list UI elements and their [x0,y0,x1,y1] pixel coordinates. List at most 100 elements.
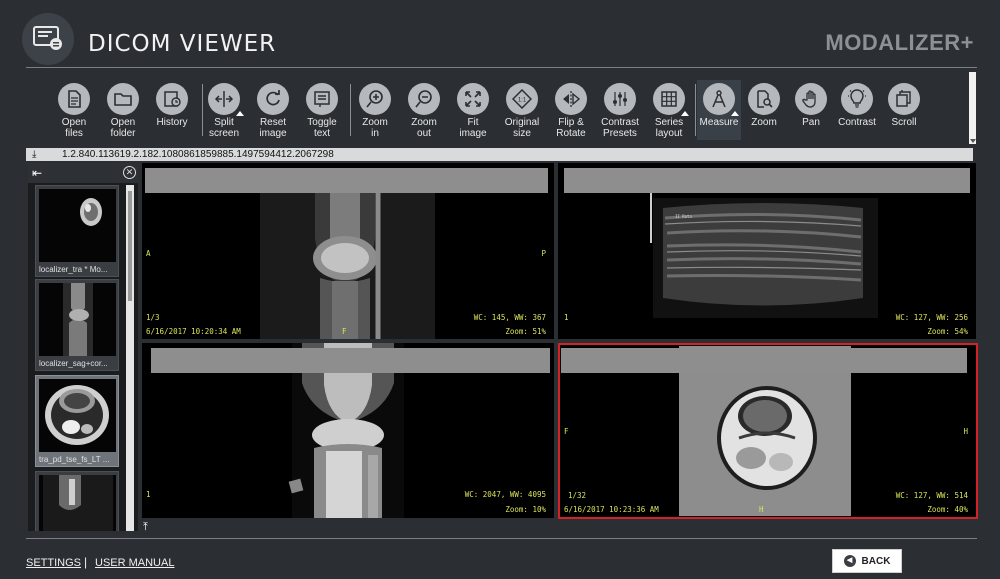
zoom-level: Zoom: 51% [505,327,546,336]
scroll-button[interactable]: Scroll [880,80,928,140]
series-caption: tra_pd_tse_fs_LT ... [39,455,110,464]
fit-image-icon [465,91,481,107]
zoom-tool-icon [757,90,773,108]
window-level: WC: 145, WW: 367 [473,313,546,322]
back-arrow-icon: ◀ [843,555,856,567]
series-caption: localizer_tra * Mo... [39,265,108,274]
original-size-button[interactable]: 1:1 Original size [498,80,546,140]
window-level: WC: 127, WW: 256 [895,313,968,322]
acquisition-date: 6/16/2017 10:23:36 AM [564,505,659,514]
user-manual-link[interactable]: USER MANUAL [95,557,174,569]
series-panel: ⇤ ✕ localizer_tra * Mo... localizer_sag+… [28,163,138,531]
split-screen-icon [214,91,234,107]
brand-logo: MODALIZER+ [825,30,974,55]
zoom-out-label: Zoom out [411,117,437,139]
zoom-out-icon [415,90,432,108]
contrast-button[interactable]: Contrast [833,80,881,140]
series-panel-header: ⇤ ✕ [28,163,138,183]
series-thumbnail-image [39,475,116,531]
acquisition-date: 6/16/2017 10:20:34 AM [146,327,241,336]
zoom-out-button[interactable]: Zoom out [400,80,448,140]
footer-separator: | [84,555,88,569]
back-button[interactable]: ◀ BACK [832,549,902,573]
open-files-button[interactable]: Open files [50,80,98,140]
monitor-icon [33,26,62,50]
dropdown-indicator-icon [681,111,689,116]
toolbar-scrollbar[interactable] [969,72,976,144]
flip-rotate-button[interactable]: Flip & Rotate [547,80,595,140]
redacted-header [151,348,550,373]
scroll-stack-icon [896,90,911,107]
contrast-label: Contrast [838,117,876,128]
settings-link[interactable]: SETTINGS [26,557,81,569]
download-icon[interactable]: ⤓ [32,148,36,161]
contrast-presets-button[interactable]: Contrast Presets [596,80,644,140]
split-screen-button[interactable]: Split screen [200,80,248,140]
back-button-label: BACK [861,555,891,567]
image-index: 1/32 [568,491,587,500]
series-thumbnail[interactable] [35,471,119,531]
toggle-text-icon [314,91,330,107]
viewport-4-selected[interactable]: F H 1/32 6/16/2017 10:23:36 AM H WC: 127… [558,343,978,519]
series-thumbnail[interactable]: localizer_tra * Mo... [35,185,119,277]
open-folder-label: Open folder [110,117,136,139]
collapse-panel-icon[interactable]: ⇤ [32,166,42,180]
series-layout-button[interactable]: Series layout [645,80,693,140]
dropdown-indicator-icon [236,111,244,116]
reset-image-label: Reset image [259,117,287,139]
measure-icon [712,90,726,108]
measure-button[interactable]: Measure [697,80,741,140]
history-icon [164,91,181,107]
pan-button[interactable]: Pan [787,80,835,140]
orientation-left: A [146,249,151,258]
scroll-down-icon [970,139,976,143]
footer-divider [26,538,977,539]
contrast-presets-label: Contrast Presets [601,117,639,139]
series-thumbnail[interactable]: localizer_sag+cor... [35,279,119,371]
image-index: 1/3 [146,313,160,322]
redacted-header [564,168,970,193]
open-folder-button[interactable]: Open folder [99,80,147,140]
zoom-tool-button[interactable]: Zoom [740,80,788,140]
zoom-in-button[interactable]: Zoom in [351,80,399,140]
toggle-text-button[interactable]: Toggle text [298,80,346,140]
orientation-bottom: H [759,505,764,514]
zoom-in-label: Zoom in [362,117,388,139]
close-panel-icon[interactable]: ✕ [123,166,136,179]
original-size-label: Original size [504,117,540,139]
history-button[interactable]: History [148,80,196,140]
series-thumbnail-image [39,283,116,356]
dropdown-indicator-icon [731,111,739,116]
study-uid-bar: ⤓ 1.2.840.113619.2.182.1080861859885.149… [26,148,973,161]
flip-rotate-icon [563,91,581,107]
scroll-label: Scroll [891,117,917,128]
series-layout-icon [661,91,677,107]
zoom-in-icon [366,90,383,108]
viewport-1[interactable]: A P 1/3 6/16/2017 10:20:34 AM F WC: 145,… [142,163,554,339]
app-logo [22,13,74,65]
fit-image-button[interactable]: Fit image [449,80,497,140]
image-index: 1 [146,490,151,499]
zoom-level: Zoom: 10% [505,505,546,514]
viewport-2[interactable]: II Rotn 1 WC: 127, WW: 256 Zoom: 54% [558,163,976,339]
split-screen-label: Split screen [208,117,239,139]
svg-text:II Rotn: II Rotn [675,214,692,219]
zoom-level: Zoom: 54% [927,327,968,336]
series-caption: localizer_sag+cor... [39,359,108,368]
expand-up-icon[interactable]: ⤒ [143,521,148,534]
history-label: History [156,117,188,128]
flip-rotate-label: Flip & Rotate [556,117,586,139]
open-files-label: Open files [61,117,87,139]
series-layout-label: Series layout [654,117,684,139]
orientation-left: F [564,427,569,436]
open-files-icon [68,90,81,108]
reset-image-icon [266,90,280,106]
orientation-right: H [963,427,968,436]
pan-label: Pan [802,117,820,128]
window-level: WC: 2047, WW: 4095 [464,490,546,499]
series-panel-scrollbar[interactable] [126,185,134,531]
series-thumbnail-selected[interactable]: tra_pd_tse_fs_LT ... [35,375,119,467]
reset-image-button[interactable]: Reset image [249,80,297,140]
viewport-3[interactable]: 1 WC: 2047, WW: 4095 Zoom: 10% [142,343,554,518]
scrollbar-thumb[interactable] [128,191,132,301]
